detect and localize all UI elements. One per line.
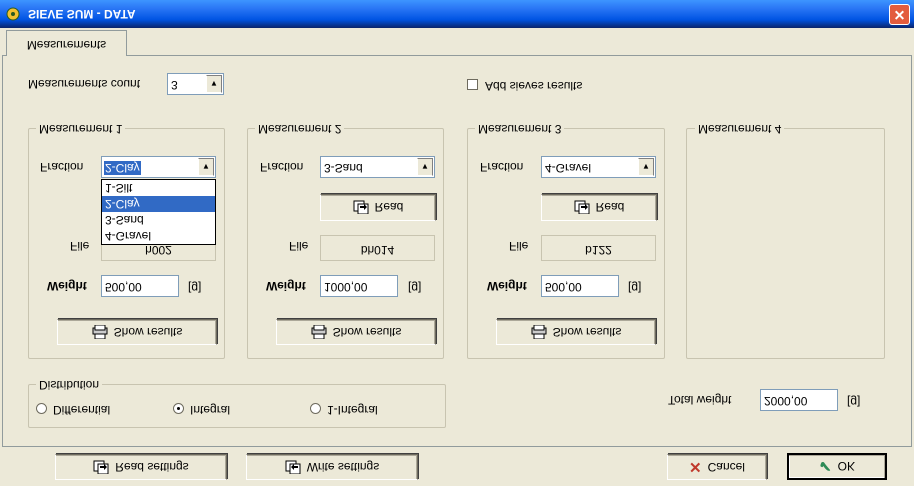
add-sieves-checkbox[interactable] — [467, 79, 478, 90]
read-file-icon — [574, 201, 590, 215]
measurement-1-fraction-dropdown: 4-Gravel 3-Sand 2-Clay 1-Silt — [101, 179, 216, 245]
measurement-2-weight-input[interactable]: 1000,00 — [320, 275, 398, 297]
measurement-3-fraction-label: Fraction — [480, 160, 524, 174]
radio-integral[interactable] — [173, 403, 184, 414]
measurement-2-weight-unit: [g] — [408, 281, 422, 295]
measurement-2-read-button[interactable]: Read — [320, 194, 436, 221]
radio-integral-label: Integral — [190, 403, 231, 417]
cancel-label: Cancel — [707, 460, 745, 474]
distribution-title: Distribution — [36, 378, 103, 392]
measurements-count-value: 3 — [171, 78, 178, 92]
read-settings-button[interactable]: Read settings — [55, 454, 227, 480]
total-weight-input[interactable]: 2000,00 — [760, 389, 838, 411]
title-bar: SIEVE SUM - DATA ✕ — [0, 0, 914, 28]
measurement-1-fraction-label: Fraction — [40, 160, 84, 174]
measurement-1-weight-input[interactable]: 500,00 — [101, 275, 179, 297]
printer-icon — [92, 324, 108, 340]
measurement-4-title: Measurement 4 — [695, 122, 785, 136]
total-weight-label: Total weight — [668, 393, 732, 407]
measurement-2-fraction-value: 3-Sand — [324, 161, 363, 175]
measurement-3-weight-unit: [g] — [628, 281, 642, 295]
radio-differential[interactable] — [36, 403, 47, 414]
read-file-icon — [353, 201, 369, 215]
measurement-2-weight-label: Weight — [266, 279, 306, 293]
write-file-icon — [285, 460, 301, 475]
read-label: Read — [595, 200, 625, 215]
measurement-1-weight-unit: [g] — [188, 281, 202, 295]
close-icon[interactable]: ✕ — [889, 4, 910, 25]
ok-button[interactable]: ✔ OK — [787, 453, 887, 480]
measurement-1-weight-label: Weight — [47, 279, 87, 293]
tab-measurements[interactable]: Measurements — [6, 30, 127, 56]
measurement-2-title: Measurement 2 — [255, 122, 345, 136]
measurement-3-fraction-select[interactable]: 4-Gravel ▼ — [541, 156, 656, 178]
dropdown-option-selected[interactable]: 2-Clay — [102, 196, 215, 212]
dropdown-arrow-icon[interactable]: ▼ — [638, 158, 654, 176]
read-settings-label: Read settings — [115, 460, 189, 474]
total-weight-unit: [g] — [847, 395, 861, 409]
measurement-3-title: Measurement 3 — [475, 122, 565, 136]
app-icon — [5, 6, 21, 22]
measurements-count-select[interactable]: 3 ▼ — [167, 73, 224, 95]
measurement-1-fraction-select[interactable]: 2-Clay ▼ — [101, 156, 216, 178]
tab-measurements-label: Measurements — [26, 38, 107, 52]
measurement-3-file-value: b122 — [541, 235, 656, 261]
cancel-button[interactable]: ✕ Cancel — [667, 454, 767, 480]
cancel-icon: ✕ — [689, 458, 702, 475]
measurement-2-show-results-button[interactable]: Show results — [276, 319, 436, 345]
measurement-3-weight-input[interactable]: 500,00 — [541, 275, 619, 297]
radio-1-integral-label: 1-Integral — [327, 403, 378, 417]
measurement-1-fraction-value: 2-Clay — [104, 161, 141, 175]
window-title: SIEVE SUM - DATA — [28, 7, 136, 21]
show-results-label: Show results — [552, 325, 622, 339]
dropdown-arrow-icon[interactable]: ▼ — [198, 158, 214, 176]
measurement-3-fraction-value: 4-Gravel — [545, 161, 592, 175]
dropdown-option[interactable]: 3-Sand — [102, 212, 215, 228]
measurement-2-fraction-select[interactable]: 3-Sand ▼ — [320, 156, 435, 178]
read-label: Read — [374, 200, 404, 215]
measurement-4-group — [686, 128, 885, 359]
add-sieves-label: Add sieves results — [485, 79, 583, 93]
sieve-sum-dialog: Read settings Write settings ✕ Cancel ✔ … — [0, 0, 914, 486]
write-settings-button[interactable]: Write settings — [246, 454, 418, 480]
write-settings-label: Write settings — [306, 460, 380, 474]
show-results-label: Show results — [113, 325, 183, 339]
measurement-3-read-button[interactable]: Read — [541, 194, 657, 221]
measurement-3-file-label: File — [509, 239, 529, 253]
dropdown-arrow-icon[interactable]: ▼ — [417, 158, 433, 176]
dropdown-option[interactable]: 1-Silt — [102, 180, 215, 196]
dropdown-option[interactable]: 4-Gravel — [102, 228, 215, 244]
check-icon: ✔ — [819, 457, 832, 475]
measurement-1-show-results-button[interactable]: Show results — [57, 319, 217, 345]
measurement-1-title: Measurement 1 — [36, 122, 126, 136]
measurement-3-show-results-button[interactable]: Show results — [496, 319, 656, 345]
dropdown-arrow-icon[interactable]: ▼ — [206, 75, 222, 93]
radio-1-integral[interactable] — [310, 403, 321, 414]
measurement-2-file-label: File — [289, 239, 309, 253]
measurement-1-file-label: File — [70, 239, 90, 253]
measurements-count-label: Measurements count — [28, 77, 141, 91]
read-file-icon — [93, 460, 109, 475]
show-results-label: Show results — [332, 325, 402, 339]
ok-label: OK — [837, 459, 855, 474]
radio-differential-label: Differential — [53, 403, 111, 417]
printer-icon — [311, 324, 327, 340]
measurement-3-weight-label: Weight — [487, 279, 527, 293]
printer-icon — [531, 324, 547, 340]
measurement-2-file-value: bh014 — [320, 235, 435, 261]
measurement-2-fraction-label: Fraction — [260, 160, 304, 174]
